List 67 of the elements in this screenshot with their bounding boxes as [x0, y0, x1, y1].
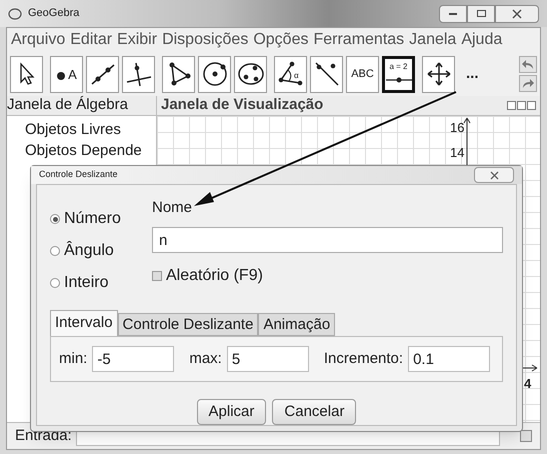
random-checkbox[interactable]: Aleatório (F9) — [152, 264, 263, 288]
field-label: Incremento: — [324, 348, 404, 369]
dialog-button[interactable]: Cancelar — [272, 399, 356, 425]
close-icon — [490, 170, 498, 180]
close-icon — [512, 8, 522, 18]
dialog-close-button[interactable] — [474, 167, 514, 183]
tool-button[interactable] — [10, 56, 43, 92]
dialog-button[interactable]: Aplicar — [196, 399, 266, 425]
menu-item[interactable]: Janela — [409, 28, 456, 52]
point-icon — [56, 70, 66, 80]
input-help-icon[interactable] — [520, 430, 532, 442]
panel-title: Janela de Álgebra — [7, 95, 128, 116]
perpendicular-icon — [124, 60, 152, 88]
menu-item[interactable]: Editar — [70, 28, 112, 52]
undo-icon — [522, 60, 534, 70]
field-label: min: — [59, 348, 88, 369]
type-radio[interactable]: Número — [50, 207, 152, 231]
value-field[interactable]: 0.1 — [408, 346, 490, 372]
tool-button[interactable]: α — [274, 56, 307, 92]
tool-button[interactable] — [234, 56, 267, 92]
axis-label: 4 — [524, 375, 532, 393]
dialog-tab[interactable]: Controle Deslizante — [118, 313, 258, 336]
app-logo-icon — [8, 6, 22, 20]
close-button[interactable] — [495, 4, 539, 22]
redo-button[interactable] — [519, 75, 537, 92]
redo-icon — [522, 78, 534, 88]
point-label: A — [68, 68, 77, 80]
field-label: max: — [189, 348, 222, 369]
slider-icon — [384, 75, 412, 85]
tool-button[interactable]: a = 2 — [382, 56, 415, 92]
circle-icon — [200, 60, 228, 88]
move-arrows-icon — [424, 60, 452, 88]
tool-button[interactable] — [162, 56, 195, 92]
tool-button[interactable] — [86, 56, 119, 92]
tool-button[interactable]: ABC — [346, 56, 379, 92]
name-field[interactable]: n — [152, 227, 503, 253]
algebra-group[interactable]: Objetos Depende — [25, 140, 156, 161]
algebra-group[interactable]: Objetos Livres — [25, 119, 156, 140]
menu-item[interactable]: Ferramentas — [313, 28, 404, 52]
menu-item[interactable]: Exibir — [117, 28, 158, 52]
input-label: Entrada: — [15, 426, 72, 446]
dialog-tab[interactable]: Intervalo — [50, 310, 118, 336]
minimize-button[interactable] — [439, 4, 467, 22]
maximize-button[interactable] — [467, 4, 495, 22]
value-field[interactable]: 5 — [226, 346, 309, 372]
tool-button[interactable] — [310, 56, 343, 92]
more-tools[interactable]: ... — [466, 62, 479, 86]
axis-label: 16 — [450, 119, 464, 137]
tool-button[interactable]: A — [50, 56, 83, 92]
tool-button[interactable] — [122, 56, 155, 92]
type-radio[interactable]: Ângulo — [50, 239, 152, 263]
menu-item[interactable]: Arquivo — [11, 28, 66, 52]
panel-title: Janela de Visualização — [161, 95, 324, 116]
dialog-title: Controle Deslizante — [39, 168, 118, 182]
menu-item[interactable]: Opções — [253, 28, 308, 52]
undo-button[interactable] — [519, 56, 537, 73]
window-title: GeoGebra — [28, 6, 80, 22]
menu-item[interactable]: Disposições — [162, 28, 248, 52]
tool-button[interactable] — [422, 56, 455, 92]
type-radio[interactable]: Inteiro — [50, 271, 152, 295]
axis-label: 14 — [450, 144, 464, 162]
menu-item[interactable]: Ajuda — [461, 28, 502, 52]
tool-button[interactable] — [198, 56, 231, 92]
line-point-icon — [312, 60, 340, 88]
value-field[interactable]: -5 — [92, 346, 174, 372]
dialog-tab[interactable]: Animação — [258, 313, 336, 336]
name-label: Nome — [152, 198, 194, 218]
